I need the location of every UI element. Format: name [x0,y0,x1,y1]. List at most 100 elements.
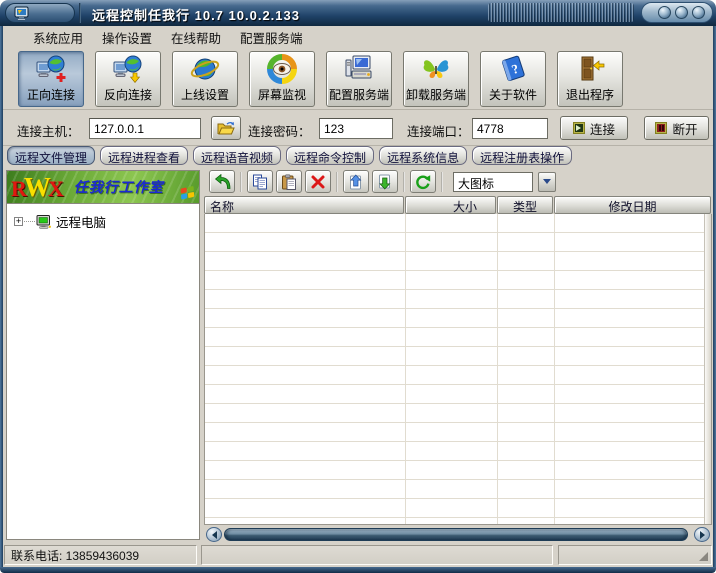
column-divider [554,214,555,524]
host-label: 连接主机： [17,121,80,140]
toolbar-button-label: 退出程序 [566,86,614,103]
horizontal-scrollbar [205,526,711,543]
port-input[interactable] [472,118,548,139]
tree-item-label: 远程电脑 [56,212,106,231]
toolbar-button-label: 卸载服务端 [406,86,466,103]
column-header-date[interactable]: 修改日期 [554,196,711,214]
tab-remote-registry[interactable]: 远程注册表操作 [472,146,572,165]
file-list-header: 名称 大小 类型 修改日期 [204,196,712,214]
exit-program-button[interactable]: 退出程序 [557,51,623,107]
up-level-icon [214,174,231,190]
status-empty-cell [558,545,712,565]
main-area: RWX 任我行工作室 + 远程电脑 [3,167,713,543]
refresh-icon [415,174,431,190]
file-list-body[interactable] [204,214,712,525]
statusbar: 联系电话: 13859436039 [3,544,713,567]
online-settings-button[interactable]: 上线设置 [172,51,238,107]
app-icon-area [5,3,75,23]
online-settings-icon [190,52,220,86]
open-host-list-button[interactable] [211,116,241,140]
play-icon [573,122,585,134]
remote-computer-tree: + 远程电脑 [7,203,199,539]
scroll-right-button[interactable] [694,527,710,542]
tab-remote-command-control[interactable]: 远程命令控制 [286,146,374,165]
maximize-button[interactable] [675,6,688,19]
horizontal-scrollbar-thumb[interactable] [224,528,688,541]
toolbar-separator [240,172,242,192]
tree-item-remote-computer[interactable]: + 远程电脑 [14,212,199,231]
delete-icon [310,174,326,190]
port-label: 连接端口： [407,121,470,140]
uninstall-server-button[interactable]: 卸载服务端 [403,51,469,107]
uninstall-server-icon [421,52,451,86]
column-divider [497,214,498,524]
sidebar: RWX 任我行工作室 + 远程电脑 [6,170,200,540]
paste-icon [281,174,297,190]
window-bottom-frame [0,567,716,573]
upload-button[interactable] [343,170,369,193]
upload-icon [348,174,364,190]
tree-connector [24,221,35,222]
window-controls [641,2,713,23]
column-header-name[interactable]: 名称 [204,196,404,214]
refresh-button[interactable] [410,170,436,193]
minimize-button[interactable] [658,6,671,19]
toolbar-separator [336,172,338,192]
titlebar-separator [79,3,81,23]
tab-remote-system-info[interactable]: 远程系统信息 [379,146,467,165]
column-header-size[interactable]: 大小 [405,196,496,214]
connect-button[interactable]: 连接 [560,116,628,140]
studio-name: 任我行工作室 [74,177,164,197]
menu-config-server[interactable]: 配置服务端 [238,26,305,49]
host-input[interactable] [89,118,201,139]
screen-monitor-button[interactable]: 屏幕监视 [249,51,315,107]
open-folder-icon [217,121,235,136]
titlebar-stripes [488,3,634,22]
copy-icon [252,174,268,190]
logo-rwx: RWX [11,174,64,201]
up-level-button[interactable] [209,170,235,193]
toolbar-separator [441,172,443,192]
connect-forward-button[interactable]: 正向连接 [18,51,84,107]
resize-grip[interactable] [699,552,708,561]
copy-button[interactable] [247,170,273,193]
tab-remote-file-manager[interactable]: 远程文件管理 [7,146,95,165]
column-header-type[interactable]: 类型 [497,196,553,214]
scroll-left-button[interactable] [206,527,222,542]
connect-reverse-button[interactable]: 反向连接 [95,51,161,107]
delete-button[interactable] [305,170,331,193]
download-icon [377,174,393,190]
toolbar-button-label: 上线设置 [181,86,229,103]
toolbar-button-label: 正向连接 [27,86,75,103]
screen-monitor-icon [267,52,297,86]
status-empty-cell [201,545,553,565]
view-mode-dropdown-button[interactable] [538,172,556,192]
studio-banner: RWX 任我行工作室 [7,171,199,203]
about-software-button[interactable]: ? 关于软件 [480,51,546,107]
configure-server-button[interactable]: 配置服务端 [326,51,392,107]
status-contact-text: 联系电话: 13859436039 [11,547,139,564]
close-button[interactable] [692,6,705,19]
menu-system[interactable]: 系统应用 [31,26,85,49]
toolbar-separator [403,172,405,192]
tab-remote-process-view[interactable]: 远程进程查看 [100,146,188,165]
password-label: 连接密码： [248,121,311,140]
file-toolbar: 大图标 [204,167,712,196]
menu-help[interactable]: 在线帮助 [169,26,223,49]
menu-operation[interactable]: 操作设置 [100,26,154,49]
connection-bar: 连接主机： 连接密码： 连接端口： 连接 断开 [3,110,713,146]
view-mode-select[interactable]: 大图标 [453,172,533,192]
column-divider [405,214,406,524]
arrow-left-icon [212,531,217,539]
toolbar-button-label: 屏幕监视 [258,86,306,103]
tab-remote-audio-video[interactable]: 远程语音视频 [193,146,281,165]
paste-button[interactable] [276,170,302,193]
vertical-scrollbar-track[interactable] [704,214,711,524]
toolbar-button-label: 关于软件 [489,86,537,103]
expand-plus-icon[interactable]: + [14,217,23,226]
download-button[interactable] [372,170,398,193]
file-panel: 大图标 名称 大小 类型 修改日期 [204,167,712,543]
password-input[interactable] [319,118,393,139]
titlebar: 远程控制任我行 10.7 10.0.2.133 [0,0,716,26]
disconnect-button[interactable]: 断开 [644,116,709,140]
